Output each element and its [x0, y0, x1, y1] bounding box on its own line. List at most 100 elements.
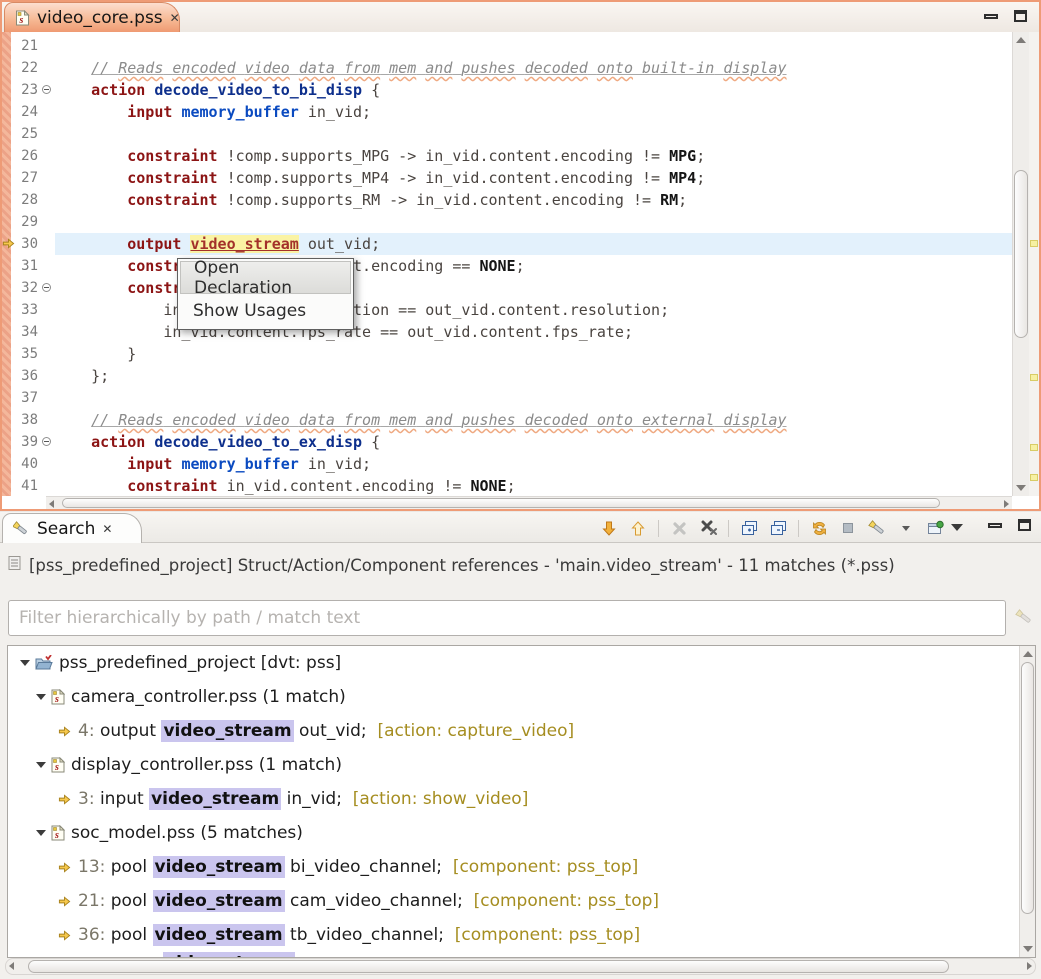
scroll-left-arrow[interactable] — [49, 500, 54, 508]
editor-minimize-icon[interactable] — [984, 14, 998, 19]
tree-item-label: camera_controller.pss (1 match) — [71, 687, 346, 707]
svg-text:s: s — [54, 694, 59, 705]
code-line-37[interactable]: 37 — [2, 387, 1012, 409]
editor-horizontal-scrollbar[interactable] — [46, 496, 1012, 509]
code-line-33[interactable]: 33 in_vid.content.resolution == out_vid.… — [2, 299, 1012, 321]
code-line-25[interactable]: 25 — [2, 123, 1012, 145]
code-line-27[interactable]: 27 constraint !comp.supports_MP4 -> in_v… — [2, 167, 1012, 189]
tree-item-match[interactable]: 3: input video_stream in_vid; [action: s… — [8, 782, 1035, 816]
occurrence-marker[interactable] — [1030, 240, 1038, 247]
line-number: 25 — [11, 123, 41, 145]
editor-maximize-icon[interactable] — [1014, 10, 1027, 22]
code-line-41[interactable]: 41 constraint in_vid.content.encoding !=… — [2, 475, 1012, 496]
scroll-right-arrow[interactable] — [1027, 962, 1032, 970]
expander-icon[interactable] — [36, 830, 46, 841]
pss-file-icon: s — [51, 825, 65, 841]
expander-icon[interactable] — [20, 660, 30, 671]
code-line-40[interactable]: 40 input memory_buffer in_vid; — [2, 453, 1012, 475]
editor-vscroll-thumb[interactable] — [1014, 170, 1028, 338]
code-line-36[interactable]: 36 }; — [2, 365, 1012, 387]
code-line-24[interactable]: 24 input memory_buffer in_vid; — [2, 101, 1012, 123]
search-tab-title: Search — [37, 519, 95, 539]
editor-tab-close-icon[interactable]: ✕ — [170, 11, 180, 25]
editor-hscroll-thumb[interactable] — [62, 498, 940, 508]
editor-tab-video-core[interactable]: s video_core.pss ✕ — [4, 2, 180, 32]
tree-item-match[interactable]: 21: pool video_stream cam_video_channel;… — [8, 884, 1035, 918]
tree-item-project[interactable]: pss_predefined_project [dvt: pss] — [8, 646, 1035, 680]
tree-item-match[interactable]: 13: pool video_stream bi_video_channel; … — [8, 850, 1035, 884]
code-line-34[interactable]: 34 in_vid.content.fps_rate == out_vid.co… — [2, 321, 1012, 343]
code-editor[interactable]: 2122 // Reads encoded video data from me… — [2, 32, 1039, 509]
editor-vertical-scrollbar[interactable] — [1012, 32, 1029, 496]
pin-search-view-icon[interactable] — [926, 519, 944, 537]
tree-vscroll-thumb[interactable] — [1021, 662, 1034, 914]
menu-item-show-usages[interactable]: Show Usages — [180, 294, 351, 327]
show-next-match-icon[interactable] — [600, 519, 618, 537]
code-line-32[interactable]: 32 constraint c { — [2, 277, 1012, 299]
fold-collapse-icon[interactable] — [42, 437, 51, 446]
line-number: 37 — [11, 387, 41, 409]
filter-input[interactable] — [8, 600, 1006, 636]
terminate-search-icon[interactable] — [839, 519, 857, 537]
previous-search-results-icon[interactable] — [868, 519, 886, 537]
search-tab-close-icon[interactable]: ✕ — [102, 522, 112, 536]
fold-collapse-icon[interactable] — [42, 283, 51, 292]
code-line-39[interactable]: 39 action decode_video_to_ex_disp { — [2, 431, 1012, 453]
tree-item-label: display_controller.pss (1 match) — [71, 755, 342, 775]
video-stream-hyperlink[interactable]: video_stream — [190, 235, 298, 253]
tree-hscroll-thumb[interactable] — [28, 960, 949, 973]
scroll-down-arrow[interactable] — [1023, 946, 1033, 952]
tree-item-file[interactable]: sdisplay_controller.pss (1 match) — [8, 748, 1035, 782]
expander-icon[interactable] — [36, 762, 46, 773]
code-line-30[interactable]: 30 output video_stream out_vid; — [2, 233, 1012, 255]
tree-vertical-scrollbar[interactable] — [1019, 646, 1035, 957]
line-number: 26 — [11, 145, 41, 167]
editor-overview-ruler[interactable] — [1029, 32, 1039, 496]
expander-icon[interactable] — [36, 694, 46, 705]
occurrence-marker[interactable] — [1030, 374, 1038, 381]
menu-item-open-declaration[interactable]: Open Declaration — [180, 261, 351, 294]
code-line-38[interactable]: 38 // Reads encoded video data from mem … — [2, 409, 1012, 431]
expand-all-icon[interactable] — [740, 519, 758, 537]
remove-all-matches-icon[interactable] — [699, 519, 717, 537]
tree-item-file[interactable]: s camera_controller.pss (1 match) — [8, 680, 1035, 714]
show-previous-match-icon[interactable] — [629, 519, 647, 537]
tree-horizontal-scrollbar[interactable] — [5, 958, 1036, 975]
scroll-left-arrow[interactable] — [9, 962, 14, 970]
code-line-26[interactable]: 26 constraint !comp.supports_MPG -> in_v… — [2, 145, 1012, 167]
search-view-tab[interactable]: Search ✕ — [2, 513, 142, 543]
scroll-down-arrow[interactable] — [1016, 485, 1026, 491]
view-menu-icon[interactable] — [951, 524, 963, 537]
code-line-31[interactable]: 31 constraint out_vid.content.encoding =… — [2, 255, 1012, 277]
scroll-up-arrow[interactable] — [1016, 37, 1026, 43]
tree-item-file[interactable]: ssoc_model.pss (5 matches) — [8, 816, 1035, 850]
search-maximize-icon[interactable] — [1018, 519, 1031, 531]
code-line-29[interactable]: 29 — [2, 211, 1012, 233]
tree-item-match[interactable]: 36: pool video_stream tb_video_channel; … — [8, 918, 1035, 952]
remove-selected-matches-icon[interactable] — [670, 519, 688, 537]
search-results-tree[interactable]: pss_predefined_project [dvt: pss] s camera… — [7, 645, 1036, 958]
code-lines[interactable]: 2122 // Reads encoded video data from me… — [2, 32, 1012, 496]
fold-collapse-icon[interactable] — [42, 85, 51, 94]
previous-search-results-dropdown-icon[interactable] — [897, 519, 915, 537]
match-text: in_vid; — [281, 789, 353, 809]
occurrence-marker[interactable] — [1030, 444, 1038, 451]
line-number: 30 — [11, 233, 41, 255]
occurrence-marker[interactable] — [1030, 474, 1038, 481]
code-line-28[interactable]: 28 constraint !comp.supports_RM -> in_vi… — [2, 189, 1012, 211]
match-highlight: video_stream — [153, 890, 285, 912]
filter-options-icon[interactable] — [1014, 607, 1034, 631]
run-current-search-again-icon[interactable] — [810, 519, 828, 537]
line-number: 40 — [11, 453, 41, 475]
scroll-up-arrow[interactable] — [1023, 651, 1033, 657]
search-minimize-icon[interactable] — [988, 523, 1002, 528]
code-line-23[interactable]: 23 action decode_video_to_bi_disp { — [2, 79, 1012, 101]
code-line-21[interactable]: 21 — [2, 35, 1012, 57]
collapse-all-icon[interactable] — [769, 519, 787, 537]
scroll-right-arrow[interactable] — [1004, 500, 1009, 508]
editor-tab-bar: s video_core.pss ✕ — [2, 2, 1039, 32]
code-line-22[interactable]: 22 // Reads encoded video data from mem … — [2, 57, 1012, 79]
code-line-35[interactable]: 35 } — [2, 343, 1012, 365]
match-text: input — [100, 789, 149, 809]
tree-item-match[interactable]: 4: output video_stream out_vid; [action:… — [8, 714, 1035, 748]
